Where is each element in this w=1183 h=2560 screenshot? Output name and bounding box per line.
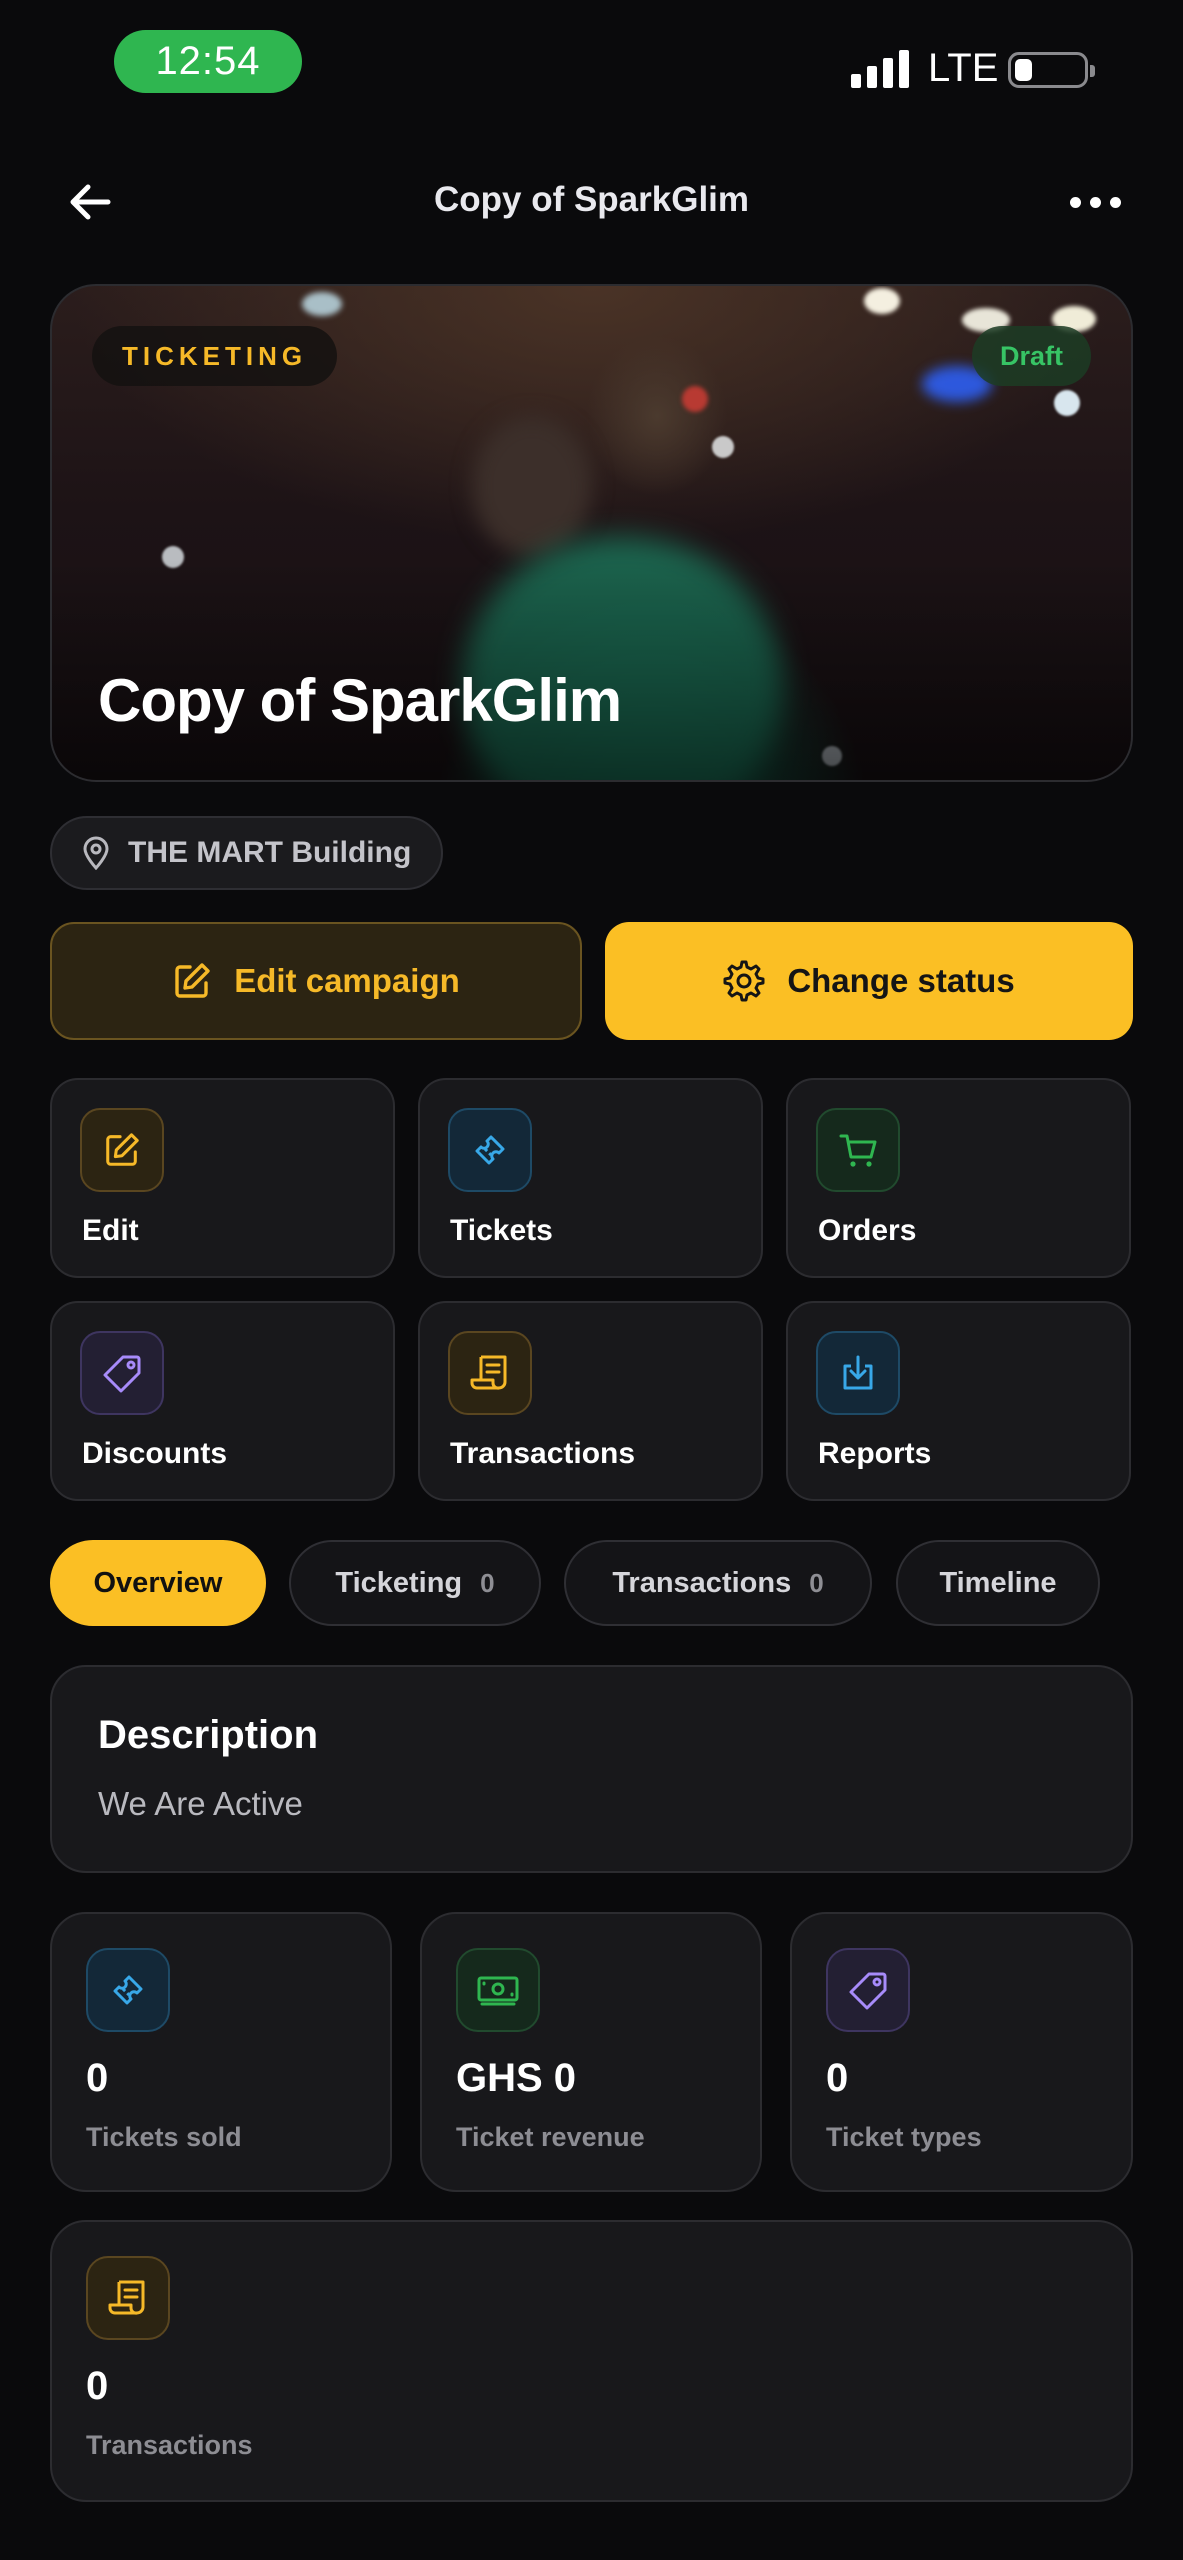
location-chip[interactable]: THE MART Building xyxy=(50,816,444,890)
ticket-icon xyxy=(448,1108,532,1192)
tab-label: Transactions xyxy=(612,1566,792,1599)
description-card: Description We Are Active xyxy=(50,1665,1133,1873)
event-hero-image: TICKETING Draft Copy of SparkGlim xyxy=(50,284,1133,782)
battery-icon xyxy=(1008,52,1095,88)
event-title: Copy of SparkGlim xyxy=(98,667,622,734)
stat-value: 0 xyxy=(86,2364,109,2408)
change-status-button[interactable]: Change status xyxy=(605,922,1133,1040)
map-pin-icon xyxy=(83,836,109,870)
network-type: LTE xyxy=(928,46,999,90)
quick-action-tickets[interactable]: Tickets xyxy=(418,1078,763,1278)
quick-action-label: Discounts xyxy=(82,1437,228,1470)
change-status-label: Change status xyxy=(787,962,1015,999)
quick-action-label: Tickets xyxy=(450,1214,553,1247)
page-title: Copy of SparkGlim xyxy=(433,180,750,219)
tab-label: Overview xyxy=(93,1566,223,1599)
stat-tickets-sold: 0 Tickets sold xyxy=(50,1912,392,2192)
banknote-icon xyxy=(456,1948,540,2032)
stat-ticket-types: 0 Ticket types xyxy=(790,1912,1133,2192)
download-icon xyxy=(816,1331,900,1415)
ellipsis-icon xyxy=(1069,196,1081,208)
more-options-button[interactable] xyxy=(1060,182,1130,222)
tab-label: Ticketing xyxy=(335,1566,463,1599)
tag-icon xyxy=(826,1948,910,2032)
stat-value: GHS 0 xyxy=(456,2056,577,2100)
quick-action-reports[interactable]: Reports xyxy=(786,1301,1131,1501)
quick-action-orders[interactable]: Orders xyxy=(786,1078,1131,1278)
stat-label: Tickets sold xyxy=(86,2122,242,2152)
tab-transactions[interactable]: Transactions 0 xyxy=(564,1540,872,1626)
edit-campaign-button[interactable]: Edit campaign xyxy=(50,922,582,1040)
status-badge: Draft xyxy=(971,326,1091,386)
signal-icon xyxy=(851,48,913,88)
ticket-icon xyxy=(86,1948,170,2032)
stat-transactions: 0 Transactions xyxy=(50,2220,1133,2502)
description-title: Description xyxy=(98,1713,319,1757)
location-label: THE MART Building xyxy=(128,836,412,869)
edit-icon xyxy=(175,963,210,998)
quick-action-discounts[interactable]: Discounts xyxy=(50,1301,395,1501)
stat-ticket-revenue: GHS 0 Ticket revenue xyxy=(420,1912,762,2192)
receipt-icon xyxy=(448,1331,532,1415)
tab-count: 0 xyxy=(480,1567,495,1598)
edit-campaign-label: Edit campaign xyxy=(234,962,460,999)
gear-icon xyxy=(723,960,765,1002)
tab-timeline[interactable]: Timeline xyxy=(896,1540,1100,1626)
tab-count: 0 xyxy=(809,1567,824,1598)
stat-value: 0 xyxy=(826,2056,849,2100)
quick-action-label: Transactions xyxy=(450,1437,636,1470)
quick-action-label: Reports xyxy=(818,1437,932,1470)
quick-action-transactions[interactable]: Transactions xyxy=(418,1301,763,1501)
cart-icon xyxy=(816,1108,900,1192)
description-text: We Are Active xyxy=(98,1785,303,1822)
edit-icon xyxy=(80,1108,164,1192)
stat-label: Ticket revenue xyxy=(456,2122,645,2152)
tab-ticketing[interactable]: Ticketing 0 xyxy=(289,1540,541,1626)
category-badge: TICKETING xyxy=(92,326,338,386)
quick-action-label: Orders xyxy=(818,1214,917,1247)
status-time: 12:54 xyxy=(114,30,302,93)
stat-label: Ticket types xyxy=(826,2122,982,2152)
stat-value: 0 xyxy=(86,2056,109,2100)
status-bar: 12:54 LTE xyxy=(0,0,1183,120)
quick-action-edit[interactable]: Edit xyxy=(50,1078,395,1278)
quick-action-label: Edit xyxy=(82,1214,139,1247)
tab-label: Timeline xyxy=(939,1566,1057,1599)
receipt-icon xyxy=(86,2256,170,2340)
stat-label: Transactions xyxy=(86,2430,253,2460)
tab-overview[interactable]: Overview xyxy=(50,1540,266,1626)
tag-icon xyxy=(80,1331,164,1415)
